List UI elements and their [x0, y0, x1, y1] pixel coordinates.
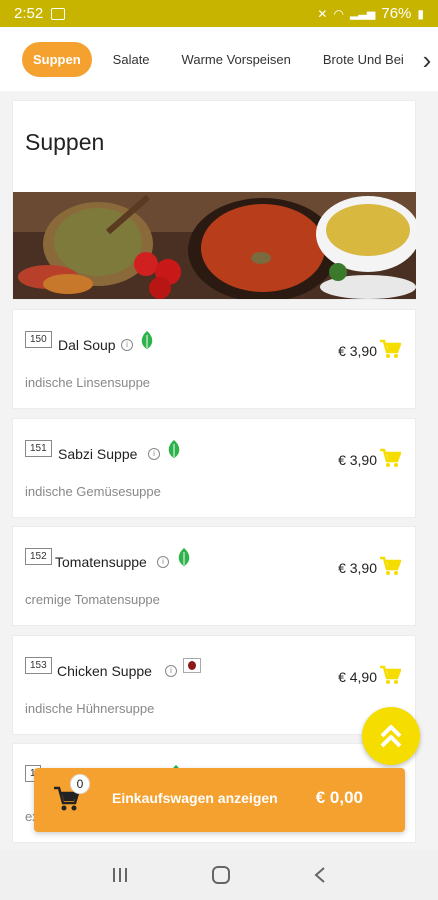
section-title: Suppen	[25, 129, 105, 155]
signal-icon: ▂▃▅	[349, 8, 376, 20]
vegetarian-leaf-icon	[178, 548, 190, 566]
menu-item[interactable]: 150 Dal Soup i € 3,90 indische Linsensup…	[12, 309, 416, 409]
category-tabs: Suppen Salate Warme Vorspeisen Brote Und…	[0, 27, 438, 91]
back-icon[interactable]	[313, 866, 327, 884]
home-icon[interactable]	[211, 865, 231, 885]
chevron-right-icon[interactable]: ›	[416, 43, 438, 77]
menu-item[interactable]: 153 Chicken Suppe i € 4,90 indische Hühn…	[12, 635, 416, 735]
gallery-icon	[51, 7, 66, 20]
soup-banner-image	[13, 192, 416, 299]
item-name: Sabzi Suppe	[58, 446, 138, 462]
item-name: Tomatensuppe	[55, 554, 147, 570]
add-to-cart-icon[interactable]	[379, 665, 401, 685]
item-description: indische Hühnersuppe	[25, 701, 155, 716]
tab-brote-und-beilagen[interactable]: Brote Und Bei	[312, 42, 415, 77]
status-right: ✕ ◠ ▂▃▅ 76% ▮	[317, 5, 424, 22]
add-to-cart-icon[interactable]	[379, 448, 401, 468]
tab-salate[interactable]: Salate	[102, 42, 161, 77]
item-number: 151	[25, 440, 52, 457]
item-price: € 4,90	[338, 669, 377, 685]
double-chevron-up-icon	[380, 725, 402, 748]
view-cart-button[interactable]: 0 Einkaufswagen anzeigen € 0,00	[34, 768, 405, 832]
item-number: 153	[25, 657, 52, 674]
tab-warme-vorspeisen[interactable]: Warme Vorspeisen	[171, 42, 302, 77]
item-price: € 3,90	[338, 560, 377, 576]
meat-icon	[183, 658, 201, 673]
section-header-card: Suppen	[12, 100, 416, 300]
item-name: Dal Soup	[58, 337, 116, 353]
vegetarian-leaf-icon	[168, 440, 180, 458]
item-description: indische Linsensuppe	[25, 375, 151, 390]
scroll-to-top-button[interactable]	[362, 707, 420, 765]
vegetarian-leaf-icon	[141, 331, 153, 349]
cart-count-badge: 0	[70, 774, 90, 794]
add-to-cart-icon[interactable]	[379, 339, 401, 359]
wifi-icon: ◠	[333, 6, 344, 21]
status-bar: 2:52 ✕ ◠ ▂▃▅ 76% ▮	[0, 0, 438, 27]
status-left: 2:52	[14, 5, 317, 22]
menu-item[interactable]: 151 Sabzi Suppe i € 3,90 indische Gemüse…	[12, 418, 416, 518]
cart-total: € 0,00	[315, 788, 363, 807]
system-nav-bar	[0, 850, 438, 900]
status-battery: 76%	[381, 5, 412, 22]
item-name: Chicken Suppe	[57, 663, 152, 679]
item-price: € 3,90	[338, 343, 377, 359]
cart-label: Einkaufswagen anzeigen	[112, 790, 278, 806]
recent-apps-icon[interactable]	[111, 867, 129, 883]
item-number: 150	[25, 331, 52, 348]
item-price: € 3,90	[338, 452, 377, 468]
info-icon[interactable]: i	[121, 339, 133, 351]
battery-icon: ▮	[417, 6, 424, 21]
menu-item[interactable]: 152 Tomatensuppe i € 3,90 cremige Tomate…	[12, 526, 416, 626]
info-icon[interactable]: i	[165, 665, 177, 677]
item-description: indische Gemüsesuppe	[25, 484, 161, 499]
mute-icon: ✕	[317, 6, 328, 21]
add-to-cart-icon[interactable]	[379, 556, 401, 576]
info-icon[interactable]: i	[157, 556, 169, 568]
item-description: cremige Tomatensuppe	[25, 592, 160, 607]
tab-suppen[interactable]: Suppen	[22, 41, 92, 77]
info-icon[interactable]: i	[148, 448, 160, 460]
item-number: 152	[25, 548, 52, 565]
status-time: 2:52	[14, 5, 44, 22]
